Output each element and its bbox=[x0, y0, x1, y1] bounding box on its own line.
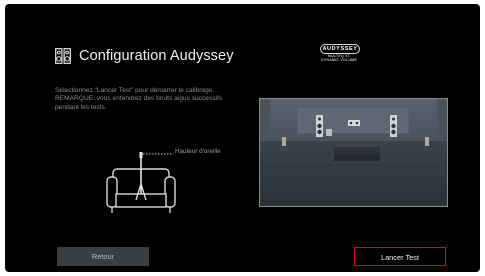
audyssey-logo: AUDYSSEY MULTEQ XT DYNAMIC VOLUME bbox=[317, 44, 361, 66]
room-illustration bbox=[259, 98, 448, 207]
start-test-button[interactable]: Lancer Test bbox=[354, 247, 446, 266]
back-button[interactable]: Retour bbox=[57, 247, 149, 266]
instructions: Sélectionnez "Lancer Test" pour démarrer… bbox=[55, 87, 255, 112]
sofa-microphone-diagram bbox=[106, 152, 176, 213]
logo-line-2: DYNAMIC VOLUME bbox=[321, 58, 357, 62]
instruction-line: REMARQUE: vous entendrez des bruits aigu… bbox=[55, 95, 223, 103]
instruction-line: Sélectionnez "Lancer Test" pour démarrer… bbox=[55, 87, 215, 94]
page-title: Configuration Audyssey bbox=[79, 48, 234, 64]
instruction-line: pendant les tests. bbox=[55, 103, 107, 111]
speaker-pair-icon bbox=[55, 48, 71, 64]
title-row: Configuration Audyssey bbox=[55, 47, 234, 65]
logo-brand: AUDYSSEY bbox=[320, 44, 360, 54]
ear-height-label: Hauteur d'oreille bbox=[175, 148, 221, 155]
setup-screen: Configuration Audyssey AUDYSSEY MULTEQ X… bbox=[5, 4, 480, 272]
